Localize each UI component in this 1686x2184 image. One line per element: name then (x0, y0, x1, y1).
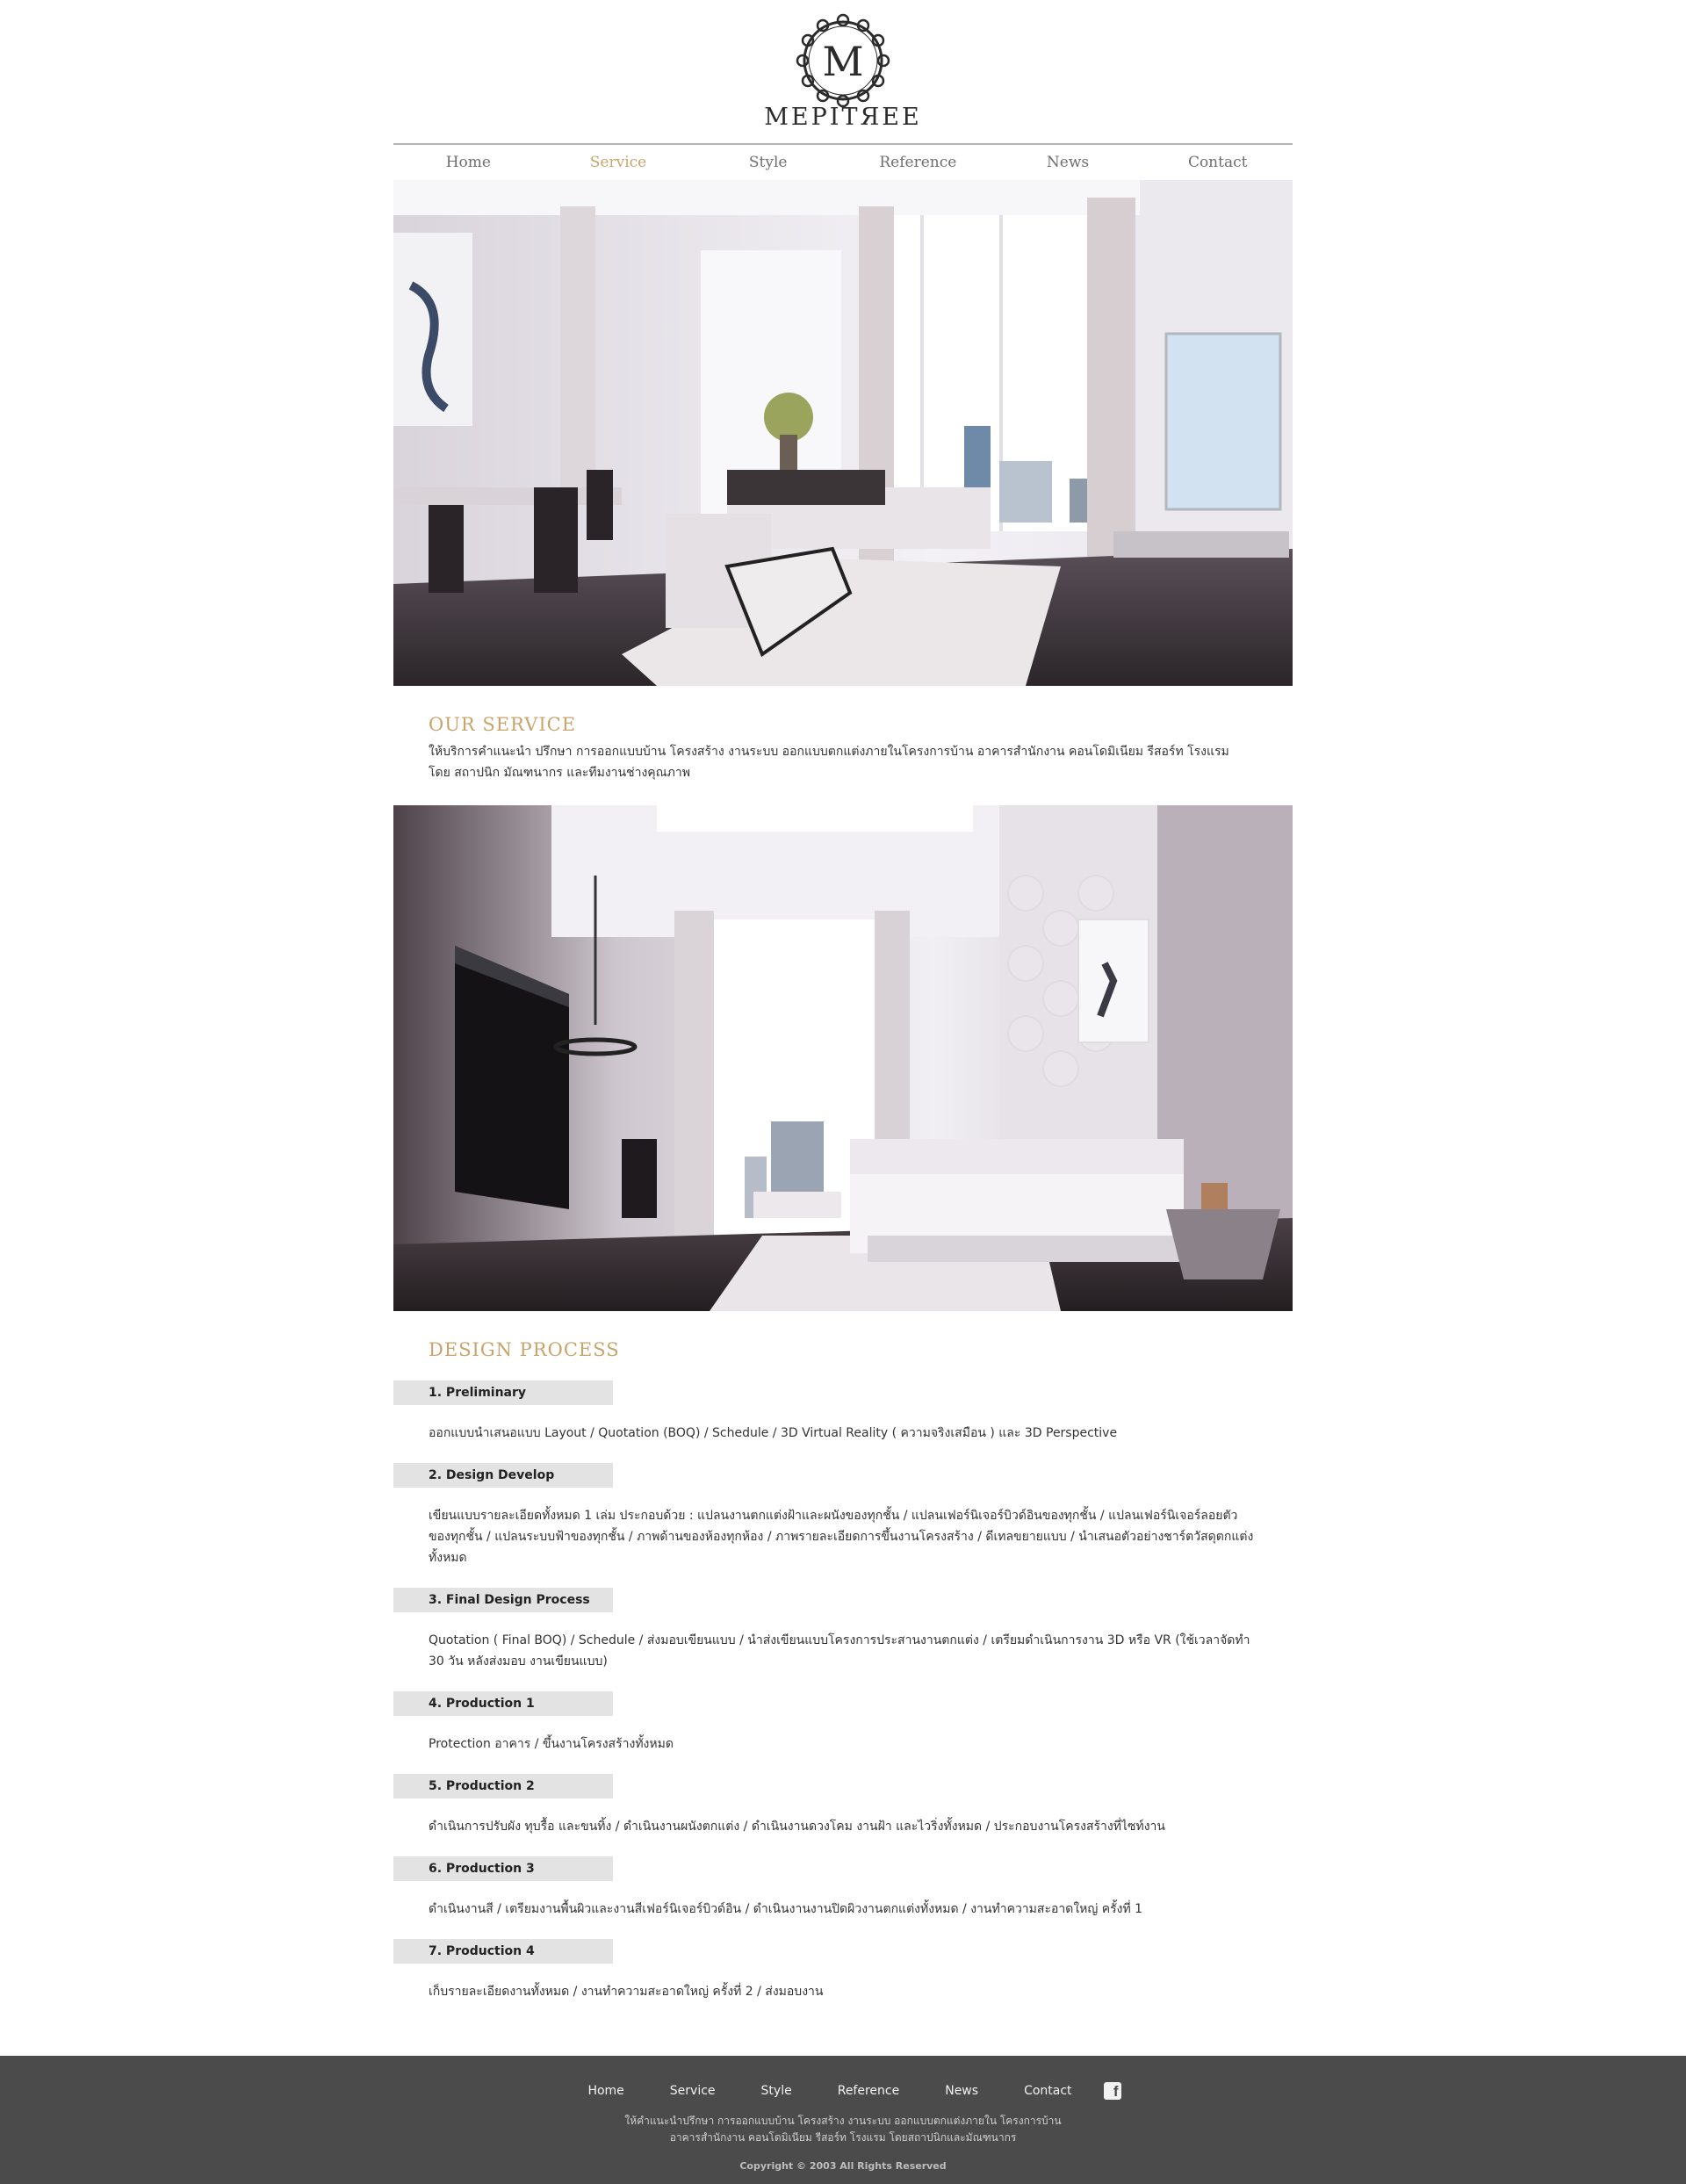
step-tab-production-1: 4. Production 1 (393, 1691, 613, 1716)
step-tab-final-design: 3. Final Design Process (393, 1588, 613, 1612)
brand-name: MEPITЯEE (764, 104, 922, 131)
footer-description: ให้คำแนะนำปรึกษา การออกแบบบ้าน โครงสร้าง… (0, 2113, 1686, 2146)
main-nav: Home Service Style Reference News Contac… (393, 151, 1293, 177)
logo-letter: M (822, 38, 863, 85)
nav-item-contact[interactable]: Contact (1142, 151, 1293, 177)
step-desc-production-2: ดำเนินการปรับผัง ทุบรื้อ และขนทิ้ง / ดำเ… (429, 1820, 1165, 1834)
step-tab-production-3: 6. Production 3 (393, 1856, 613, 1881)
nav-item-service[interactable]: Service (544, 151, 694, 177)
step-tab-production-4: 7. Production 4 (393, 1939, 613, 1964)
footer-link-home[interactable]: Home (587, 2084, 623, 2098)
footer-link-style[interactable]: Style (761, 2084, 792, 2098)
our-service-text: ให้บริการคำแนะนำ ปรึกษา การออกแบบบ้าน โค… (429, 745, 1229, 780)
bedroom-photo (393, 805, 1293, 1311)
footer-desc-line-1: ให้คำแนะนำปรึกษา การออกแบบบ้าน โครงสร้าง… (624, 2115, 1062, 2127)
step-tab-production-2: 5. Production 2 (393, 1774, 613, 1798)
step-desc-production-3: ดำเนินงานสี / เตรียมงานพื้นผิวและงานสีเฟ… (429, 1902, 1143, 1916)
step-tab-preliminary: 1. Preliminary (393, 1380, 613, 1405)
copyright-text: Copyright © 2003 All Rights Reserved (739, 2160, 947, 2172)
nav-item-style[interactable]: Style (693, 151, 843, 177)
footer-nav: Home Service Style Reference News Contac… (0, 2082, 1686, 2100)
step-desc-preliminary: ออกแบบนำเสนอแบบ Layout / Quotation (BOQ)… (429, 1426, 1118, 1440)
nav-item-news[interactable]: News (993, 151, 1143, 177)
nav-item-home[interactable]: Home (393, 151, 544, 177)
living-room-photo (393, 180, 1293, 686)
footer-link-reference[interactable]: Reference (838, 2084, 900, 2098)
nav-divider (393, 143, 1293, 145)
step-desc-production-1: Protection อาคาร / ขึ้นงานโครงสร้างทั้งห… (429, 1737, 674, 1751)
footer-desc-line-2: อาคารสำนักงาน คอนโดมิเนียม รีสอร์ท โรงแร… (669, 2131, 1017, 2144)
brand-logo-emblem[interactable]: M (795, 12, 891, 109)
footer-link-service[interactable]: Service (670, 2084, 716, 2098)
design-process-title: DESIGN PROCESS (429, 1339, 620, 1360)
step-tab-design-develop: 2. Design Develop (393, 1463, 613, 1488)
our-service-title: OUR SERVICE (429, 714, 577, 735)
step-desc-design-develop: เขียนแบบรายละเอียดทั้งหมด 1 เล่ม ประกอบด… (429, 1509, 1254, 1565)
site-footer: Home Service Style Reference News Contac… (0, 2056, 1686, 2184)
step-desc-production-4: เก็บรายละเอียดงานทั้งหมด / งานทำความสะอา… (429, 1985, 824, 1999)
footer-link-news[interactable]: News (945, 2084, 978, 2098)
step-desc-final-design: Quotation ( Final BOQ) / Schedule / ส่งม… (429, 1633, 1250, 1669)
facebook-icon[interactable]: f (1103, 2082, 1121, 2100)
nav-item-reference[interactable]: Reference (843, 151, 993, 177)
footer-link-contact[interactable]: Contact (1024, 2084, 1071, 2098)
